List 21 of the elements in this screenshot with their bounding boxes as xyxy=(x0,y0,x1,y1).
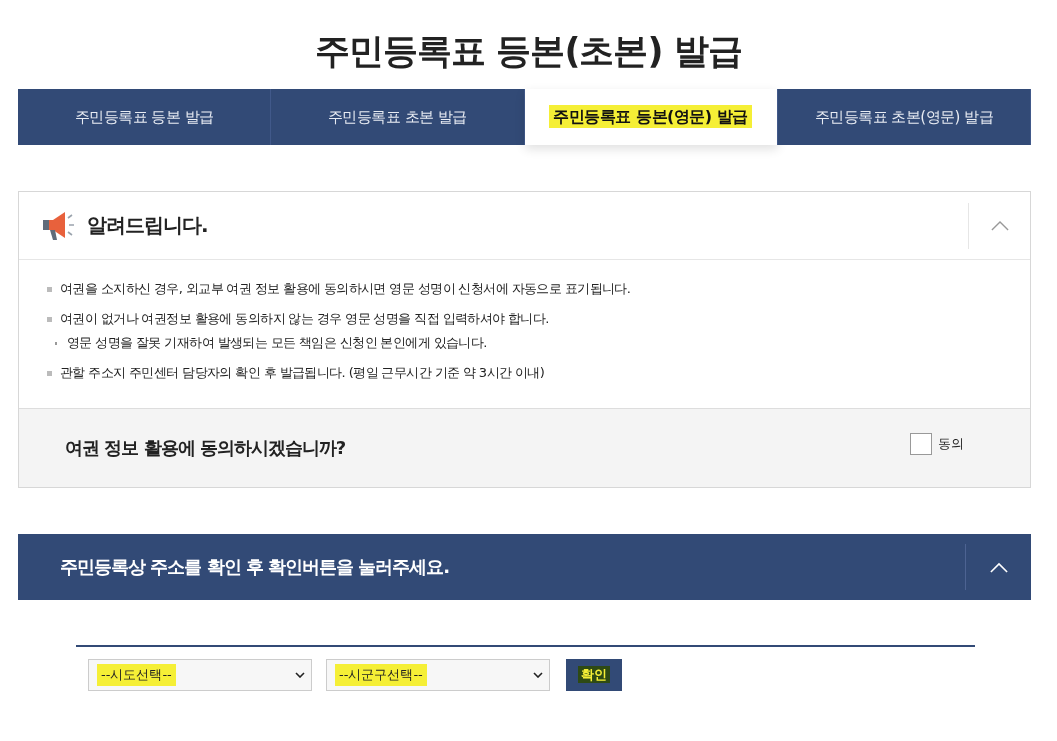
page-title: 주민등록표 등본(초본) 발급 xyxy=(314,30,743,73)
checkbox-label: 동의 xyxy=(938,435,964,453)
consent-checkbox[interactable] xyxy=(910,433,932,455)
consent-question: 여권 정보 활용에 동의하시겠습니까? xyxy=(65,436,347,460)
section-title: 주민등록상 주소를 확인 후 확인버튼을 눌러주세요. xyxy=(60,555,451,579)
bullet-icon xyxy=(47,316,52,322)
dropdown-field[interactable]: --시도선택-- xyxy=(88,659,312,691)
notice-text: 여권이 없거나 여권정보 활용에 동의하지 않는 경우 영문 성명을 직접 입력하셔야 합니다. xyxy=(60,310,549,328)
caret-icon xyxy=(533,672,543,678)
chevron-up-icon xyxy=(990,220,1009,231)
notice-text: 영문 성명을 잘못 기재하여 발생되는 모든 책임은 신청인 본인에게 있습니다. xyxy=(67,334,487,352)
tab[interactable]: 주민등록표 등본(영문) 발급 xyxy=(524,89,778,145)
notice-text: 여권을 소지하신 경우, 외교부 여권 정보 활용에 동의하시면 영문 성명이 신청서에 자동으로 표기됩니다. xyxy=(60,280,631,298)
notice-title: 알려드립니다. xyxy=(87,212,209,239)
bullet-icon xyxy=(47,286,52,292)
bullet-icon xyxy=(47,370,52,376)
notice-text: 관할 주소지 주민센터 담당자의 확인 후 발급됩니다. (평일 근무시간 기준 약 3시간 이내) xyxy=(60,364,545,382)
confirm-button[interactable]: 확인 xyxy=(566,659,622,691)
dropdown-field[interactable]: --시군구선택-- xyxy=(326,659,550,691)
caret-icon xyxy=(295,672,305,678)
chevron-up-icon xyxy=(989,561,1008,573)
